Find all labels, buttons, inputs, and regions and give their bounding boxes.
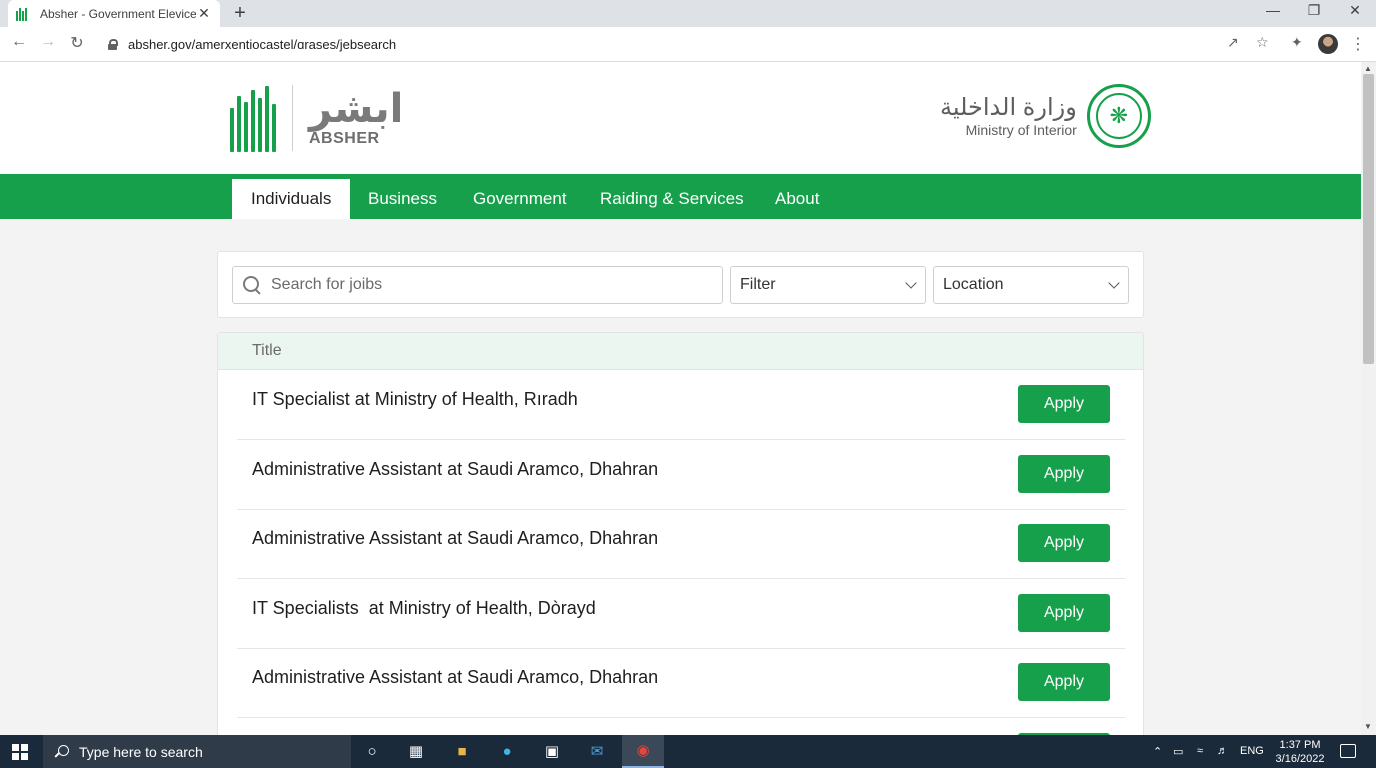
taskbar-clock[interactable]: 1:37 PM 3/16/2022 — [1262, 738, 1338, 766]
job-row: Administrative Assistant at Saudi Aramco… — [237, 440, 1125, 510]
volume-icon[interactable]: ♬ — [1217, 745, 1228, 757]
taskbar-search-placeholder: Type here to search — [79, 743, 203, 760]
site-header: ابشر ABSHER وزارة الداخلية Ministry of I… — [0, 62, 1361, 174]
job-results-list: Title IT Specialist at Ministry of Healt… — [217, 332, 1144, 735]
minimize-button[interactable]: — — [1251, 2, 1295, 18]
windows-start-icon[interactable] — [12, 744, 28, 760]
forward-button[interactable]: → — [37, 33, 59, 51]
file-explorer-icon[interactable]: ■ — [451, 741, 473, 763]
filter-dropdown[interactable]: Filter — [730, 266, 926, 304]
page-content: ابشر ABSHER وزارة الداخلية Ministry of I… — [0, 62, 1361, 735]
browser-tab[interactable]: Absher - Government Elevice ✕ — [8, 0, 220, 27]
windows-taskbar: Type here to search ○ ▦ ■ ● ▣ ✉ ◉ ⌃ ▭ ≈ … — [0, 735, 1376, 768]
job-title: Administrative Assistant at Saudi Aramco… — [252, 528, 659, 548]
job-row: IT Specialist at Ministry of Health, Rır… — [237, 370, 1125, 440]
nav-raiding-services[interactable]: Raiding & Services — [581, 179, 763, 219]
absher-logo-icon — [230, 84, 278, 152]
scroll-down-arrow-icon[interactable]: ▼ — [1364, 722, 1372, 731]
logo-divider — [292, 85, 293, 151]
language-indicator[interactable]: ENG — [1240, 745, 1264, 757]
browser-tab-bar: Absher - Government Elevice ✕ + — ❐ ✕ — [0, 0, 1376, 27]
apply-button[interactable]: Apply — [1018, 524, 1110, 562]
browser-toolbar: ← → ↻ absher.gov/amerxentiocastel/ɑrases… — [0, 27, 1376, 62]
chevron-down-icon — [905, 277, 917, 289]
main-navigation: Individuals Business Government Raiding … — [0, 174, 1361, 219]
scroll-up-arrow-icon[interactable]: ▲ — [1364, 64, 1372, 73]
chrome-icon: ◉ — [636, 742, 650, 759]
share-icon[interactable]: ↗ — [1227, 34, 1239, 51]
ministry-arabic-name: وزارة الداخلية — [940, 94, 1077, 121]
reload-button[interactable]: ↻ — [66, 33, 88, 53]
job-row-partial — [237, 718, 1125, 735]
wifi-icon[interactable]: ≈ — [1197, 745, 1203, 757]
maximize-button[interactable]: ❐ — [1292, 2, 1336, 19]
location-dropdown[interactable]: Location — [933, 266, 1129, 304]
absher-favicon-icon — [16, 7, 30, 21]
nav-business[interactable]: Business — [349, 179, 456, 219]
absher-english-name: ABSHER — [309, 130, 380, 147]
ministry-logo[interactable]: وزارة الداخلية Ministry of Interior ❋ — [940, 84, 1151, 148]
results-column-header: Title — [218, 333, 1143, 370]
address-bar[interactable]: absher.gov/amerxentiocastel/ɑrases/jebse… — [98, 30, 1283, 59]
search-icon — [243, 276, 261, 294]
nav-government[interactable]: Government — [454, 179, 586, 219]
tab-title: Absher - Government Elevice — [40, 6, 196, 21]
taskbar-search-box[interactable]: Type here to search — [43, 735, 351, 768]
job-title: IT Specialist at Ministry of Health, Rır… — [252, 389, 578, 409]
store-bag-icon[interactable]: ▣ — [541, 741, 563, 763]
job-row: Administrative Assistant at Saudi Aramco… — [237, 648, 1125, 718]
scrollbar-thumb[interactable] — [1363, 74, 1374, 364]
close-window-button[interactable]: ✕ — [1333, 2, 1376, 19]
apply-button[interactable]: Apply — [1018, 663, 1110, 701]
location-label: Location — [943, 276, 1004, 293]
apply-button[interactable]: Apply — [1018, 455, 1110, 493]
search-icon — [55, 744, 69, 759]
job-title: IT Specialists at Ministry of Health, Dò… — [252, 598, 596, 618]
absher-arabic-name: ابشر — [309, 87, 404, 131]
extensions-puzzle-icon[interactable]: ✦ — [1291, 34, 1303, 51]
page-scrollbar[interactable]: ▲ ▼ — [1361, 62, 1376, 735]
clock-date: 3/16/2022 — [1275, 753, 1325, 765]
lock-icon — [108, 39, 118, 50]
apply-button[interactable]: Apply — [1018, 594, 1110, 632]
cortana-circle-icon[interactable]: ○ — [361, 741, 383, 763]
chevron-down-icon — [1108, 277, 1120, 289]
tab-close-icon[interactable]: ✕ — [196, 5, 212, 22]
column-title: Title — [252, 342, 282, 359]
absher-logo[interactable]: ابشر ABSHER — [230, 84, 403, 152]
apply-button[interactable]: Apply — [1018, 385, 1110, 423]
filter-label: Filter — [740, 276, 776, 293]
nav-individuals[interactable]: Individuals — [232, 179, 351, 219]
battery-icon[interactable]: ▭ — [1173, 745, 1183, 758]
bookmark-star-icon[interactable]: ☆ — [1256, 34, 1269, 51]
ministry-english-name: Ministry of Interior — [965, 122, 1077, 138]
profile-avatar[interactable] — [1318, 34, 1338, 54]
job-title: Administrative Assistant at Saudi Aramco… — [252, 459, 659, 479]
ministry-emblem-icon: ❋ — [1086, 84, 1151, 148]
clock-time: 1:37 PM — [1279, 739, 1321, 751]
task-view-icon[interactable]: ▦ — [405, 741, 427, 763]
nav-about[interactable]: About — [756, 179, 838, 219]
job-search-panel: Filter Location — [217, 251, 1144, 318]
job-search-box[interactable] — [232, 266, 723, 304]
job-title: Administrative Assistant at Saudi Aramco… — [252, 667, 659, 687]
notification-center-icon[interactable] — [1340, 744, 1356, 758]
mail-icon[interactable]: ✉ — [586, 741, 608, 763]
edge-browser-icon[interactable]: ● — [496, 741, 518, 763]
back-button[interactable]: ← — [8, 33, 30, 51]
browser-menu-icon[interactable]: ⋮ — [1350, 34, 1366, 54]
tray-chevron-up-icon[interactable]: ⌃ — [1153, 745, 1162, 758]
job-row: IT Specialists at Ministry of Health, Dò… — [237, 579, 1125, 649]
job-row: Administrative Assistant at Saudi Aramco… — [237, 509, 1125, 579]
job-search-input[interactable] — [271, 276, 691, 294]
new-tab-button[interactable]: + — [230, 2, 250, 25]
url-text: absher.gov/amerxentiocastel/ɑrases/jebse… — [128, 37, 397, 52]
chrome-taskbar-button[interactable]: ◉ — [622, 735, 664, 768]
